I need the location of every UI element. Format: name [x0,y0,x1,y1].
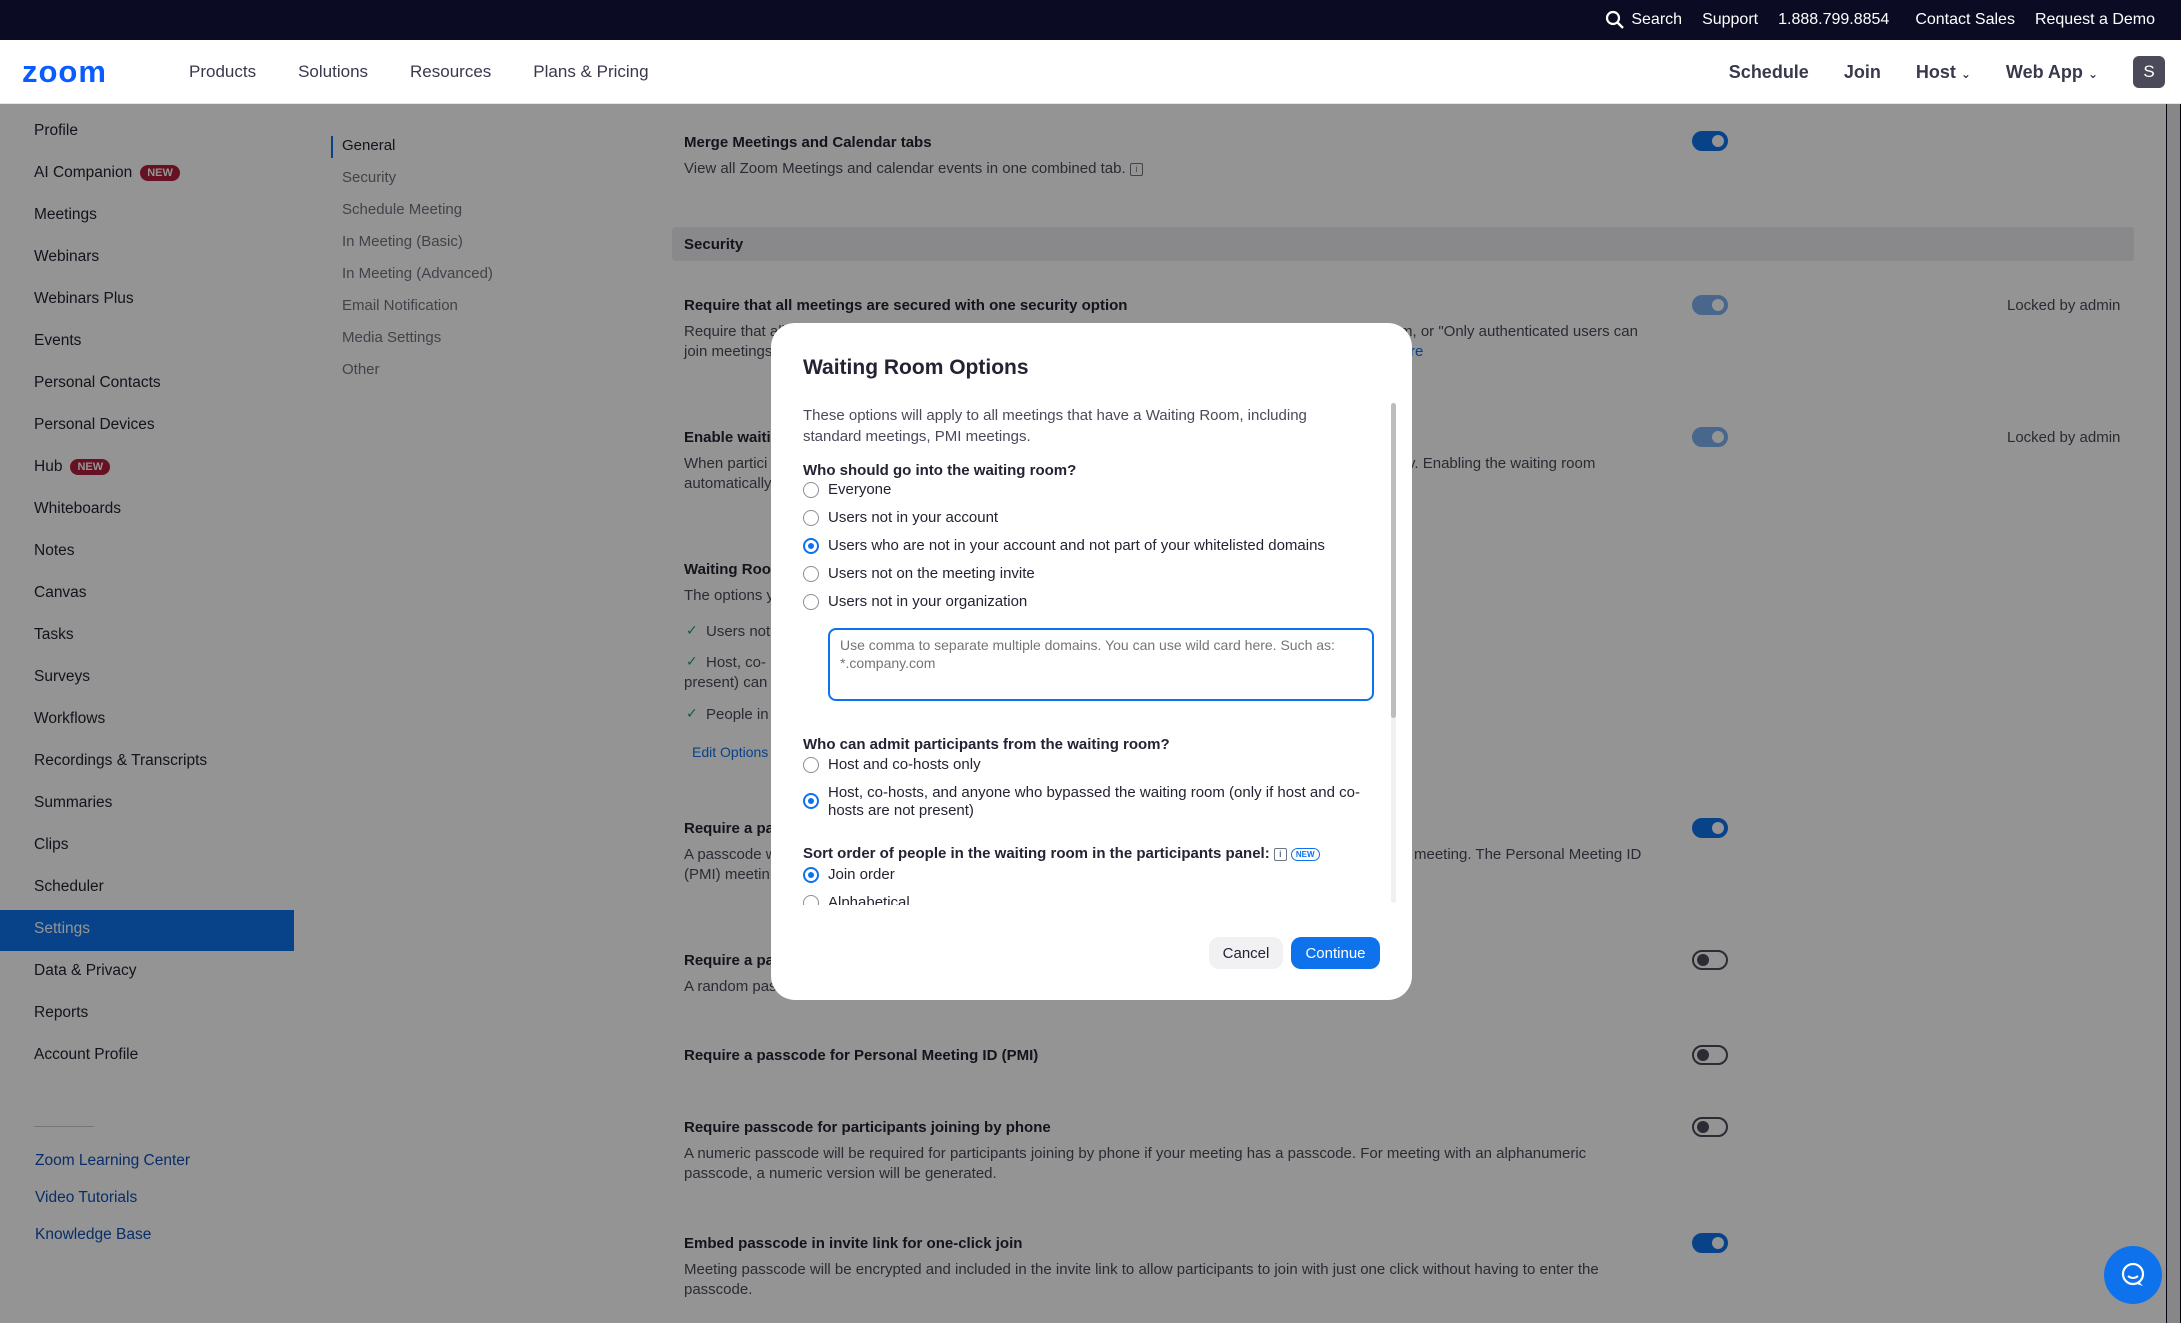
radio-button[interactable] [803,757,819,773]
nav-host[interactable]: Host ⌄ [1916,62,1971,83]
svg-text:zoom: zoom [22,58,107,86]
zoom-logo[interactable]: zoom [22,57,134,87]
radio-button[interactable] [803,482,819,498]
chat-bubble-icon [2121,1262,2145,1286]
search-label: Search [1631,11,1683,28]
top-utility-bar: Search Support 1.888.799.8854 Contact Sa… [0,0,2181,40]
radio-host-cohosts-bypassed[interactable]: Host, co-hosts, and anyone who bypassed … [803,784,1373,820]
radio-everyone[interactable]: Everyone [803,481,1373,499]
chat-support-button[interactable] [2104,1246,2162,1304]
radio-button[interactable] [803,510,819,526]
radio-alphabetical[interactable]: Alphabetical [803,894,1373,905]
request-demo-link[interactable]: Request a Demo [2035,11,2155,29]
dialog-content: These options will apply to all meetings… [771,405,1412,905]
question-who-goes-in: Who should go into the waiting room? [803,462,1077,479]
support-link[interactable]: Support [1702,11,1758,29]
radio-label: Alphabetical [828,894,910,905]
nav-host-label: Host [1915,61,1956,82]
radio-label: Users not in your account [828,509,999,526]
search-icon [1606,10,1625,29]
radio-label: Users not in your organization [828,593,1028,610]
radio-users-not-in-organization[interactable]: Users not in your organization [803,593,1373,611]
radio-users-not-on-invite[interactable]: Users not on the meeting invite [803,565,1373,583]
radio-label: Users not on the meeting invite [828,565,1035,582]
nav-plans-pricing[interactable]: Plans & Pricing [512,62,669,82]
top-search-link[interactable]: Search [1605,10,1682,30]
main-nav: zoom Products Solutions Resources Plans … [0,40,2181,104]
question-who-admits: Who can admit participants from the wait… [803,736,1170,753]
question-sort-order: Sort order of people in the waiting room… [803,845,1320,862]
radio-label: Everyone [828,481,892,498]
nav-schedule[interactable]: Schedule [1729,62,1809,83]
radio-label: Host, co-hosts, and anyone who bypassed … [828,784,1360,819]
radio-button-selected[interactable] [803,793,819,809]
info-icon[interactable]: i [1273,847,1287,861]
new-badge: NEW [1290,847,1320,861]
radio-join-order[interactable]: Join order [803,866,1373,884]
radio-button[interactable] [803,895,819,905]
phone-link[interactable]: 1.888.799.8854 [1778,11,1889,29]
cancel-button[interactable]: Cancel [1209,937,1283,969]
chevron-down-icon: ⌄ [2087,66,2098,81]
radio-label: Join order [828,866,895,883]
radio-host-cohosts-only[interactable]: Host and co-hosts only [803,756,1373,774]
chevron-down-icon: ⌄ [1960,66,1971,81]
continue-button[interactable]: Continue [1291,937,1380,969]
waiting-room-options-dialog: Waiting Room Options These options will … [771,323,1412,1000]
nav-solutions[interactable]: Solutions [277,62,389,82]
radio-button-selected[interactable] [803,867,819,883]
nav-products[interactable]: Products [168,62,277,82]
nav-web-app[interactable]: Web App ⌄ [2006,62,2098,83]
contact-sales-link[interactable]: Contact Sales [1915,11,2015,29]
nav-resources[interactable]: Resources [389,62,512,82]
question-sort-order-label: Sort order of people in the waiting room… [803,845,1270,862]
radio-label: Users who are not in your account and no… [828,537,1325,554]
nav-join[interactable]: Join [1844,62,1881,83]
nav-web-app-label: Web App [2005,61,2083,82]
radio-label: Host and co-hosts only [828,756,981,773]
dialog-intro-text: These options will apply to all meetings… [803,407,1307,445]
radio-users-not-in-account-or-domains[interactable]: Users who are not in your account and no… [803,537,1373,555]
radio-button[interactable] [803,594,819,610]
radio-users-not-in-account[interactable]: Users not in your account [803,509,1373,527]
dialog-title: Waiting Room Options [803,356,1029,379]
avatar[interactable]: S [2133,56,2165,88]
zoom-logo-mark: zoom [22,58,107,86]
radio-button-selected[interactable] [803,538,819,554]
whitelisted-domains-input[interactable] [828,628,1374,701]
radio-button[interactable] [803,566,819,582]
